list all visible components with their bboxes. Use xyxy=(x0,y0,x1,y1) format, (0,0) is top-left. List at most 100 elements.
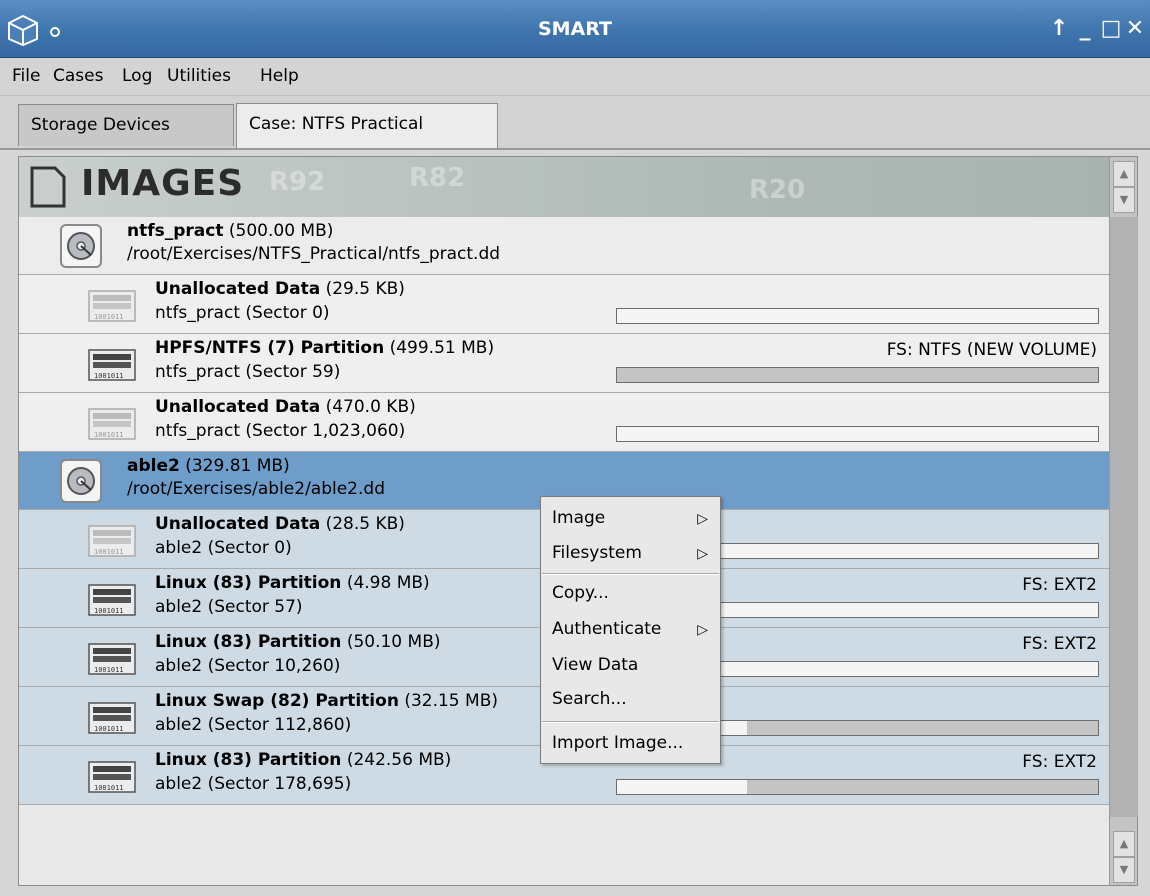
svg-text:1001011: 1001011 xyxy=(94,607,124,615)
partition-sector: ntfs_pract (Sector 1,023,060) xyxy=(155,421,406,441)
disk-image-icon xyxy=(59,458,103,504)
vertical-scrollbar[interactable]: ▲ ▼ ▲ ▼ xyxy=(1109,157,1138,885)
partition-sector: able2 (Sector 0) xyxy=(155,538,292,558)
ctx-item-copy[interactable]: Copy... xyxy=(552,583,609,603)
usage-bar xyxy=(616,426,1099,442)
partition-name: Unallocated Data (29.5 KB) xyxy=(155,279,405,299)
partition-size: (28.5 KB) xyxy=(325,514,405,534)
menu-help[interactable]: Help xyxy=(260,66,299,86)
partition-size: (29.5 KB) xyxy=(325,279,405,299)
svg-text:1001011: 1001011 xyxy=(94,313,124,321)
svg-text:1001011: 1001011 xyxy=(94,784,124,792)
partition-sector: able2 (Sector 10,260) xyxy=(155,656,341,676)
partition-icon: 1001011 xyxy=(87,524,137,558)
partition-size: (242.56 MB) xyxy=(346,750,452,770)
title-bar[interactable]: SMART ↑ _ □ ✕ xyxy=(0,0,1150,58)
image-name: able2 (329.81 MB) xyxy=(127,456,290,476)
smart-window: SMART ↑ _ □ ✕ File Cases Log Utilities H… xyxy=(0,0,1150,896)
maximize-button[interactable]: □ xyxy=(1098,16,1124,42)
usage-bar xyxy=(616,308,1099,324)
partition-name-label: Linux (83) Partition xyxy=(155,632,342,652)
partition-name: HPFS/NTFS (7) Partition (499.51 MB) xyxy=(155,338,494,358)
context-menu: Image ▷ Filesystem ▷ Copy... Authenticat… xyxy=(540,496,721,764)
filesystem-label: FS: EXT2 xyxy=(1022,575,1097,595)
partition-name: Unallocated Data (470.0 KB) xyxy=(155,397,416,417)
scrollbar-thumb[interactable] xyxy=(1110,217,1138,817)
tab-storage-devices[interactable]: Storage Devices xyxy=(18,104,234,146)
usage-bar xyxy=(616,779,1099,795)
partition-icon: 1001011 xyxy=(87,701,137,735)
image-size: (500.00 MB) xyxy=(228,221,334,241)
partition-name: Unallocated Data (28.5 KB) xyxy=(155,514,405,534)
partition-row[interactable]: 1001011 Unallocated Data (470.0 KB) ntfs_p… xyxy=(19,393,1109,452)
partition-icon: 1001011 xyxy=(87,760,137,794)
partition-icon: 1001011 xyxy=(87,642,137,676)
partition-name-label: Unallocated Data xyxy=(155,279,321,299)
menu-log[interactable]: Log xyxy=(122,66,152,86)
filesystem-label: FS: NTFS (NEW VOLUME) xyxy=(886,340,1097,360)
disk-image-icon xyxy=(59,223,103,269)
image-row[interactable]: ntfs_pract (500.00 MB) /root/Exercises/NT… xyxy=(19,217,1109,275)
ctx-item-authenticate[interactable]: Authenticate xyxy=(552,619,661,639)
image-size: (329.81 MB) xyxy=(185,456,290,476)
tab-bar: Storage Devices Case: NTFS Practical xyxy=(0,96,1150,150)
partition-sector: able2 (Sector 112,860) xyxy=(155,715,352,735)
partition-icon: 1001011 xyxy=(87,407,137,441)
partition-name-label: Linux Swap (82) Partition xyxy=(155,691,399,711)
svg-text:1001011: 1001011 xyxy=(94,666,124,674)
partition-name: Linux (83) Partition (50.10 MB) xyxy=(155,632,441,652)
partition-name: Linux (83) Partition (242.56 MB) xyxy=(155,750,451,770)
partition-size: (4.98 MB) xyxy=(346,573,430,593)
usage-bar-fill xyxy=(746,721,1098,735)
panel-title: IMAGES xyxy=(81,163,245,204)
menu-separator xyxy=(542,721,719,723)
scroll-down-icon[interactable]: ▼ xyxy=(1113,187,1135,213)
partition-sector: able2 (Sector 57) xyxy=(155,597,303,617)
ctx-item-filesystem[interactable]: Filesystem xyxy=(552,543,642,563)
filesystem-label: FS: EXT2 xyxy=(1022,752,1097,772)
ctx-item-image[interactable]: Image xyxy=(552,508,605,528)
image-path: /root/Exercises/NTFS_Practical/ntfs_prac… xyxy=(127,244,501,264)
partition-size: (32.15 MB) xyxy=(404,691,498,711)
menu-file[interactable]: File xyxy=(12,66,40,86)
partition-name-label: HPFS/NTFS (7) Partition xyxy=(155,338,385,358)
document-icon xyxy=(30,166,66,208)
menu-cases[interactable]: Cases xyxy=(53,66,103,86)
usage-bar xyxy=(616,367,1099,383)
scroll-up-icon[interactable]: ▲ xyxy=(1113,831,1135,857)
image-name: ntfs_pract (500.00 MB) xyxy=(127,221,333,241)
menu-utilities[interactable]: Utilities xyxy=(167,66,231,86)
submenu-arrow-icon: ▷ xyxy=(697,546,708,562)
ctx-item-view-data[interactable]: View Data xyxy=(552,655,638,675)
menu-separator xyxy=(542,573,719,575)
partition-name-label: Unallocated Data xyxy=(155,397,321,417)
scroll-down-icon[interactable]: ▼ xyxy=(1113,857,1135,883)
partition-row[interactable]: 1001011 HPFS/NTFS (7) Partition (499.51 M… xyxy=(19,334,1109,393)
partition-name-label: Linux (83) Partition xyxy=(155,573,342,593)
image-name-label: ntfs_pract xyxy=(127,221,224,241)
ctx-item-import-image[interactable]: Import Image... xyxy=(552,733,683,753)
svg-text:1001011: 1001011 xyxy=(94,372,124,380)
partition-icon: 1001011 xyxy=(87,289,137,323)
partition-name: Linux Swap (82) Partition (32.15 MB) xyxy=(155,691,498,711)
filesystem-label: FS: EXT2 xyxy=(1022,634,1097,654)
ctx-item-search[interactable]: Search... xyxy=(552,689,627,709)
partition-name-label: Unallocated Data xyxy=(155,514,321,534)
partition-icon: 1001011 xyxy=(87,348,137,382)
shade-button[interactable]: ↑ xyxy=(1046,16,1072,42)
header-deco-label: R20 xyxy=(749,175,806,205)
partition-sector: ntfs_pract (Sector 59) xyxy=(155,362,341,382)
window-title: SMART xyxy=(537,18,613,40)
partition-size: (470.0 KB) xyxy=(325,397,416,417)
menu-bar: File Cases Log Utilities Help xyxy=(0,58,1150,96)
submenu-arrow-icon: ▷ xyxy=(697,511,708,527)
header-deco-label: R82 xyxy=(409,163,466,193)
scroll-up-icon[interactable]: ▲ xyxy=(1113,161,1135,187)
close-button[interactable]: ✕ xyxy=(1122,16,1148,42)
partition-row[interactable]: 1001011 Unallocated Data (29.5 KB) ntfs_pr… xyxy=(19,275,1109,334)
minimize-button[interactable]: _ xyxy=(1072,16,1098,42)
partition-icon: 1001011 xyxy=(87,583,137,617)
svg-text:1001011: 1001011 xyxy=(94,725,124,733)
tab-case-ntfs-practical[interactable]: Case: NTFS Practical xyxy=(236,103,498,148)
images-header: R92 R82 R20 IMAGES xyxy=(19,157,1109,217)
